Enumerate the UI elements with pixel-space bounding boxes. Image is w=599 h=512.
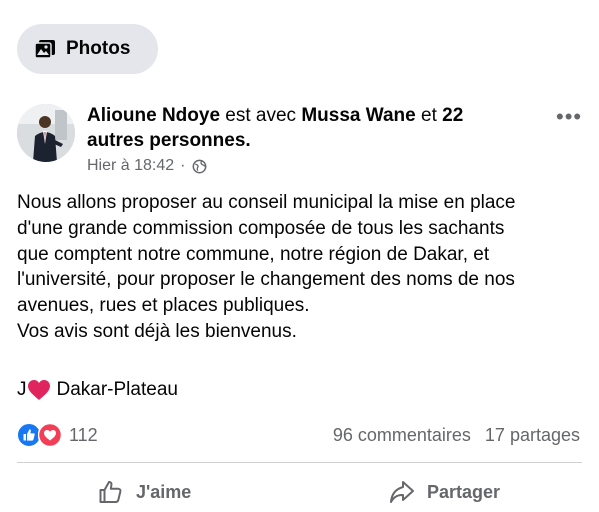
comments-count[interactable]: 96 commentaires — [333, 425, 471, 446]
photos-button[interactable]: Photos — [17, 24, 158, 74]
thumbs-up-icon — [99, 481, 122, 503]
post-signature: J Dakar-Plateau — [17, 377, 178, 403]
avatar-image — [17, 104, 75, 162]
like-label: J'aime — [136, 481, 192, 502]
share-arrow-icon — [390, 481, 414, 503]
post-text-line: avenues, rues et places publiques. — [17, 295, 310, 317]
photos-label: Photos — [66, 38, 131, 59]
post-text-line: que comptent notre commune, notre région… — [17, 243, 490, 265]
post-text-line: l'université, pour proposer le changemen… — [17, 269, 515, 291]
photo-album-icon — [34, 40, 55, 59]
post-header: Alioune Ndoye est avec Mussa Wane et 22 … — [87, 103, 517, 153]
engagement-stats: 96 commentaires 17 partages — [333, 425, 580, 446]
share-button[interactable]: Partager — [389, 479, 500, 505]
post-meta: Hier à 18:42 · — [87, 157, 207, 175]
reaction-summary[interactable]: 112 — [17, 423, 98, 447]
avatar[interactable] — [17, 104, 75, 162]
globe-icon[interactable] — [192, 159, 207, 174]
more-options-icon[interactable]: ••• — [556, 106, 582, 128]
shares-count[interactable]: 17 partages — [485, 425, 580, 446]
post-text-line: d'une grande commission composée de tous… — [17, 217, 505, 239]
post-text-line: Vos avis sont déjà les bienvenus. — [17, 320, 297, 342]
divider — [17, 462, 582, 463]
signature-prefix: J — [17, 379, 27, 400]
share-label: Partager — [427, 481, 501, 502]
post-text: Nous allons proposer au conseil municipa… — [17, 190, 587, 345]
reaction-count: 112 — [69, 424, 98, 445]
signature-place: Dakar-Plateau — [56, 379, 178, 400]
connector-text-2: et — [421, 105, 437, 126]
post-text-line: Nous allons proposer au conseil municipa… — [17, 192, 516, 213]
love-reaction-icon — [38, 423, 62, 447]
heart-icon — [27, 380, 50, 400]
author-name[interactable]: Alioune Ndoye — [87, 105, 220, 126]
meta-separator: · — [180, 157, 186, 174]
tagged-person[interactable]: Mussa Wane — [301, 105, 415, 126]
like-button[interactable]: J'aime — [98, 479, 191, 505]
post-timestamp[interactable]: Hier à 18:42 — [87, 157, 174, 175]
connector-text: est avec — [225, 105, 297, 126]
